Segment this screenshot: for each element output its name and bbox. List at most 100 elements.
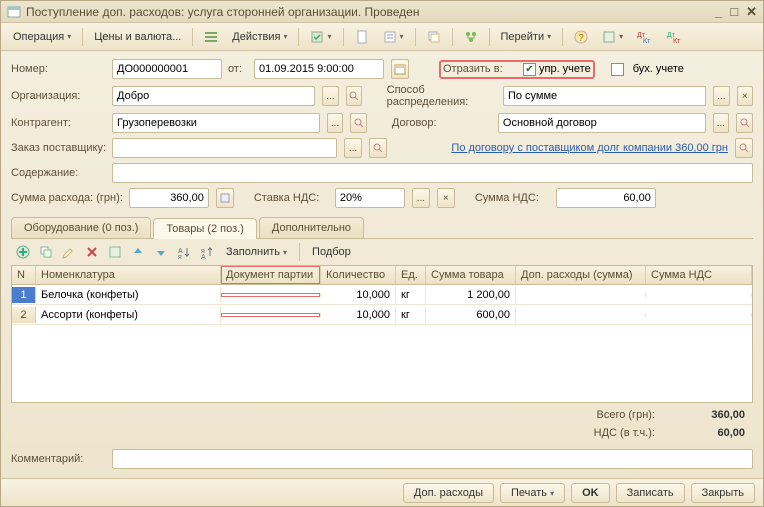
- total-label: Всего (грн):: [597, 409, 656, 421]
- org-pick-button[interactable]: ...: [322, 86, 338, 106]
- settings-icon[interactable]: ▾: [596, 27, 629, 47]
- date-field[interactable]: 01.09.2015 9:00:00: [254, 59, 384, 79]
- maximize-button[interactable]: □: [730, 4, 738, 20]
- refresh-icon[interactable]: [105, 242, 125, 262]
- col-vat[interactable]: Сумма НДС: [646, 266, 752, 284]
- contr-field[interactable]: Грузоперевозки: [112, 113, 320, 133]
- reflect-label: Отразить в:: [443, 63, 513, 75]
- sum-calc-button[interactable]: [216, 188, 234, 208]
- doc-icon[interactable]: [349, 27, 375, 47]
- menu-icon[interactable]: [198, 27, 224, 47]
- sort-desc-icon[interactable]: яA: [197, 242, 217, 262]
- table-row[interactable]: 2 Ассорти (конфеты) 10,000 кг 600,00: [12, 305, 752, 325]
- help-icon[interactable]: ?: [568, 27, 594, 47]
- move-up-icon[interactable]: [128, 242, 148, 262]
- vat-total-value: 60,00: [685, 427, 745, 439]
- vatrate-field[interactable]: 20%: [335, 188, 405, 208]
- minimize-button[interactable]: _: [715, 4, 722, 20]
- grid-body[interactable]: 1 Белочка (конфеты) 10,000 кг 1 200,00 2…: [12, 285, 752, 402]
- window: Поступление доп. расходов: услуга сторон…: [0, 0, 764, 507]
- actions-menu[interactable]: Действия ▾: [226, 28, 293, 46]
- org-label: Организация:: [11, 90, 106, 102]
- close-button[interactable]: ✕: [746, 4, 757, 20]
- buh-checkbox[interactable]: [611, 63, 624, 76]
- calendar-button[interactable]: [391, 59, 409, 79]
- col-add[interactable]: Доп. расходы (сумма): [516, 266, 646, 284]
- svg-text:?: ?: [578, 33, 584, 44]
- order-field[interactable]: [112, 138, 337, 158]
- close-footer-button[interactable]: Закрыть: [691, 483, 755, 503]
- vatsum-field[interactable]: 60,00: [556, 188, 656, 208]
- copy-icon[interactable]: [421, 27, 447, 47]
- method-pick-button[interactable]: ...: [713, 86, 729, 106]
- tab-equipment[interactable]: Оборудование (0 поз.): [11, 217, 151, 238]
- operation-menu[interactable]: Операция ▾: [7, 28, 77, 46]
- tabs: Оборудование (0 поз.) Товары (2 поз.) До…: [11, 217, 753, 239]
- select-button[interactable]: Подбор: [306, 243, 357, 261]
- contract-label: Договор:: [392, 117, 492, 129]
- grid-header: N Номенклатура Документ партии Количеств…: [12, 266, 752, 285]
- col-qty[interactable]: Количество: [321, 266, 396, 284]
- reflect-highlight: Отразить в: ✔ упр. учете: [439, 60, 595, 79]
- dtkt-icon[interactable]: ДтКт: [631, 27, 659, 47]
- contr-pick-button[interactable]: ...: [327, 113, 344, 133]
- org-field[interactable]: Добро: [112, 86, 315, 106]
- contract-field[interactable]: Основной договор: [498, 113, 706, 133]
- content-field[interactable]: [112, 163, 753, 183]
- order-pick-button[interactable]: ...: [344, 138, 362, 158]
- order-open-button[interactable]: [369, 138, 387, 158]
- table-row[interactable]: 1 Белочка (конфеты) 10,000 кг 1 200,00: [12, 285, 752, 305]
- method-clear-button[interactable]: ×: [737, 86, 753, 106]
- tree-icon[interactable]: [458, 27, 484, 47]
- contract-pick-button[interactable]: ...: [713, 113, 730, 133]
- main-toolbar: Операция ▾ Цены и валюта... Действия ▾ ▾…: [1, 23, 763, 51]
- tab-toolbar: Aя яA Заполнить ▾ Подбор: [11, 239, 753, 265]
- titlebar: Поступление доп. расходов: услуга сторон…: [1, 1, 763, 23]
- move-down-icon[interactable]: [151, 242, 171, 262]
- edit-row-icon[interactable]: [59, 242, 79, 262]
- save-button[interactable]: Записать: [616, 483, 685, 503]
- delete-row-icon[interactable]: [82, 242, 102, 262]
- debt-open-button[interactable]: [735, 138, 753, 158]
- debt-link[interactable]: По договору с поставщиком долг компании …: [451, 142, 728, 154]
- col-sum[interactable]: Сумма товара: [426, 266, 516, 284]
- total-value: 360,00: [685, 409, 745, 421]
- totals: Всего (грн): 360,00: [11, 403, 753, 427]
- sum-field[interactable]: 360,00: [129, 188, 209, 208]
- prices-button[interactable]: Цены и валюта...: [88, 28, 187, 46]
- upr-checkbox[interactable]: ✔: [523, 63, 536, 76]
- vat-total-label: НДС (в т.ч.):: [594, 427, 655, 439]
- col-n[interactable]: N: [12, 266, 36, 284]
- print-button[interactable]: Печать ▾: [500, 483, 565, 503]
- comment-label: Комментарий:: [11, 453, 106, 465]
- buh-label: бух. учете: [633, 63, 684, 75]
- svg-text:Кт: Кт: [673, 38, 681, 44]
- comment-field[interactable]: [112, 449, 753, 469]
- goto-menu[interactable]: Перейти ▾: [495, 28, 558, 46]
- org-open-button[interactable]: [346, 86, 362, 106]
- order-label: Заказ поставщику:: [11, 142, 106, 154]
- fill-menu[interactable]: Заполнить ▾: [220, 243, 293, 261]
- tab-goods[interactable]: Товары (2 поз.): [153, 218, 256, 239]
- contr-open-button[interactable]: [350, 113, 367, 133]
- dtkt2-icon[interactable]: ДтКт: [661, 27, 689, 47]
- goods-grid: N Номенклатура Документ партии Количеств…: [11, 265, 753, 403]
- contract-open-button[interactable]: [736, 113, 753, 133]
- vatrate-clear-button[interactable]: ×: [437, 188, 455, 208]
- col-unit[interactable]: Ед.: [396, 266, 426, 284]
- add-row-icon[interactable]: [13, 242, 33, 262]
- ok-button[interactable]: OK: [571, 483, 610, 503]
- sort-asc-icon[interactable]: Aя: [174, 242, 194, 262]
- tab-additional[interactable]: Дополнительно: [259, 217, 364, 238]
- window-title: Поступление доп. расходов: услуга сторон…: [26, 5, 419, 19]
- vatrate-pick-button[interactable]: ...: [412, 188, 430, 208]
- col-doc[interactable]: Документ партии: [221, 266, 321, 284]
- post-icon[interactable]: ▾: [304, 27, 337, 47]
- number-field[interactable]: ДО000000001: [112, 59, 222, 79]
- copy-row-icon[interactable]: [36, 242, 56, 262]
- extra-button[interactable]: Доп. расходы: [403, 483, 494, 503]
- method-field[interactable]: По сумме: [503, 86, 706, 106]
- upr-label: упр. учете: [539, 63, 591, 75]
- list-icon[interactable]: ▾: [377, 27, 410, 47]
- col-nom[interactable]: Номенклатура: [36, 266, 221, 284]
